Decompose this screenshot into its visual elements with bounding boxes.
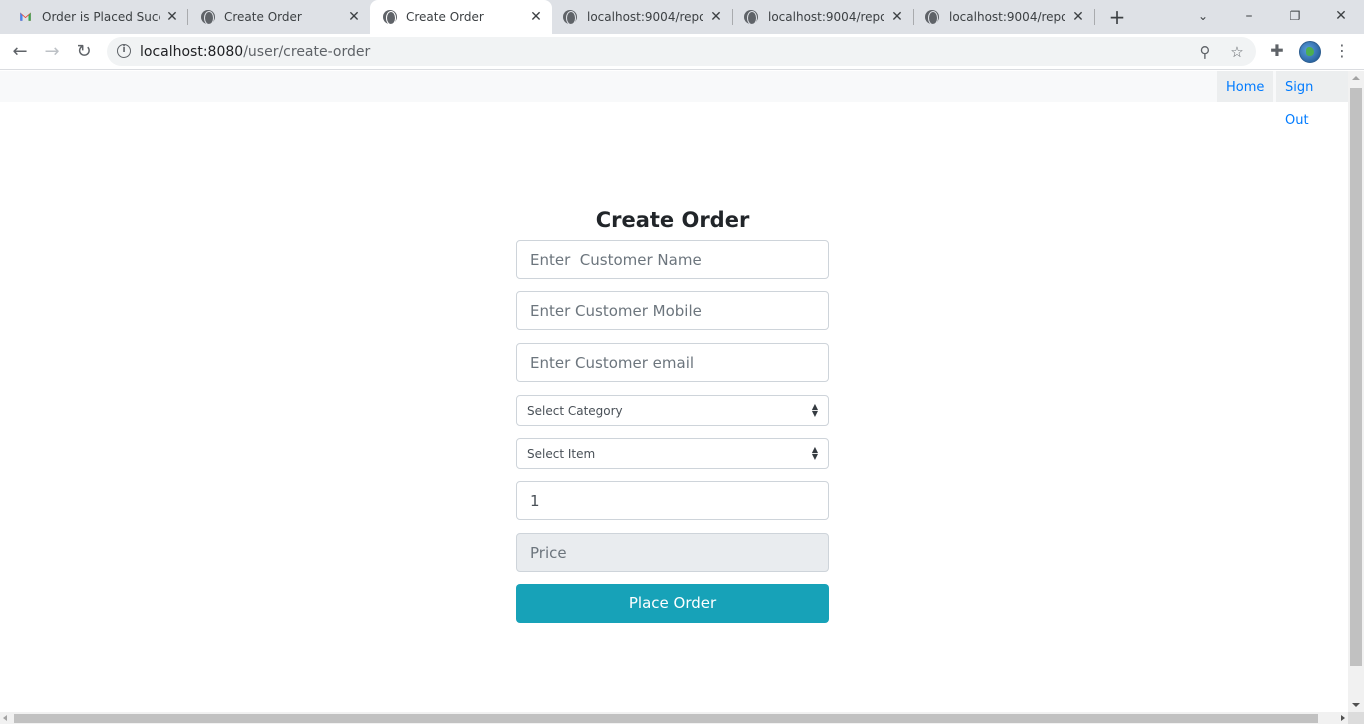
horizontal-scroll-thumb[interactable] bbox=[14, 714, 1318, 723]
close-icon[interactable]: ✕ bbox=[528, 9, 544, 25]
tab-title: Order is Placed Successfully bbox=[42, 10, 160, 24]
scroll-up-arrow-icon[interactable] bbox=[1352, 76, 1360, 80]
customer-name-input[interactable]: Enter Customer Name bbox=[516, 240, 829, 279]
minimize-icon[interactable]: – bbox=[1237, 5, 1261, 27]
vertical-scroll-thumb[interactable] bbox=[1350, 88, 1362, 666]
zoom-icon[interactable]: ⚲ bbox=[1196, 43, 1214, 61]
tab-report-3[interactable]: localhost:9004/report/ ✕ bbox=[914, 0, 1095, 34]
address-bar[interactable]: i localhost:8080/user/create-order ⚲ ☆ bbox=[107, 37, 1256, 66]
place-order-button[interactable]: Place Order bbox=[516, 584, 829, 623]
scrollbar-corner bbox=[1348, 712, 1364, 724]
restore-icon[interactable]: ❐ bbox=[1283, 5, 1307, 27]
more-menu-icon[interactable]: ⋮ bbox=[1332, 41, 1352, 61]
url-path: /user/create-order bbox=[243, 44, 371, 60]
placeholder-text: Enter Customer Name bbox=[530, 251, 702, 269]
placeholder-text: Price bbox=[530, 544, 567, 562]
close-icon[interactable]: ✕ bbox=[889, 9, 905, 25]
category-select[interactable]: Select Category ▲ ▼ bbox=[516, 395, 829, 426]
new-tab-plus-icon[interactable]: + bbox=[1106, 6, 1128, 28]
close-icon[interactable]: ✕ bbox=[346, 9, 362, 25]
url-host: localhost:8080 bbox=[140, 44, 244, 60]
top-navbar: Home Sign Out bbox=[0, 71, 1348, 128]
placeholder-text: Enter Customer email bbox=[530, 354, 695, 372]
tab-title: Create Order bbox=[406, 10, 484, 24]
customer-email-input[interactable]: Enter Customer email bbox=[516, 343, 829, 382]
globe-icon bbox=[383, 10, 397, 25]
price-input: Price bbox=[516, 533, 829, 572]
tab-title: localhost:9004/report/ bbox=[768, 10, 884, 24]
select-arrows-icon: ▲ ▼ bbox=[811, 402, 819, 418]
tab-report-2[interactable]: localhost:9004/report/ ✕ bbox=[733, 0, 914, 34]
select-value: Select Category bbox=[527, 404, 623, 418]
tab-title: localhost:9004/report/ bbox=[949, 10, 1065, 24]
scroll-down-arrow-icon[interactable] bbox=[1352, 703, 1360, 707]
back-arrow-icon[interactable]: ← bbox=[9, 41, 31, 63]
tab-separator bbox=[1094, 9, 1095, 25]
page-title: Create Order bbox=[595, 208, 750, 232]
bookmark-star-icon[interactable]: ☆ bbox=[1228, 43, 1246, 61]
site-info-icon[interactable]: i bbox=[117, 44, 131, 58]
browser-toolbar: ← → ↻ i localhost:8080/user/create-order… bbox=[0, 34, 1364, 70]
select-value: Select Item bbox=[527, 447, 596, 461]
tab-report-1[interactable]: localhost:9004/report/ ✕ bbox=[552, 0, 733, 34]
page-viewport: Home Sign Out Create Order Enter Custome… bbox=[0, 71, 1348, 712]
tab-create-order-active[interactable]: Create Order ✕ bbox=[370, 0, 552, 34]
quantity-value: 1 bbox=[530, 492, 540, 510]
close-window-icon[interactable]: ✕ bbox=[1329, 5, 1353, 27]
gmail-icon bbox=[20, 12, 31, 21]
tab-create-order[interactable]: Create Order ✕ bbox=[188, 0, 370, 34]
quantity-input[interactable]: 1 bbox=[516, 481, 829, 520]
tab-gmail[interactable]: Order is Placed Successfully ✕ bbox=[0, 0, 188, 34]
extensions-puzzle-icon[interactable]: ✚ bbox=[1267, 41, 1287, 61]
globe-icon bbox=[201, 10, 215, 25]
sign-out-link[interactable]: Sign Out bbox=[1276, 71, 1348, 128]
close-icon[interactable]: ✕ bbox=[1070, 9, 1086, 25]
item-select[interactable]: Select Item ▲ ▼ bbox=[516, 438, 829, 469]
close-icon[interactable]: ✕ bbox=[164, 9, 180, 25]
tab-strip: Order is Placed Successfully ✕ Create Or… bbox=[0, 0, 1364, 34]
tab-search-chevron-icon[interactable]: ⌄ bbox=[1191, 5, 1215, 27]
home-link[interactable]: Home bbox=[1217, 71, 1274, 102]
horizontal-scrollbar[interactable] bbox=[0, 712, 1348, 724]
forward-arrow-icon[interactable]: → bbox=[41, 41, 63, 63]
placeholder-text: Enter Customer Mobile bbox=[530, 302, 702, 320]
scroll-right-arrow-icon[interactable] bbox=[1341, 715, 1345, 721]
close-icon[interactable]: ✕ bbox=[708, 9, 724, 25]
tab-title: Create Order bbox=[224, 10, 302, 24]
profile-avatar[interactable] bbox=[1299, 41, 1321, 63]
globe-icon bbox=[563, 10, 577, 25]
scroll-left-arrow-icon[interactable] bbox=[3, 715, 7, 721]
reload-icon[interactable]: ↻ bbox=[73, 41, 95, 63]
tab-title: localhost:9004/report/ bbox=[587, 10, 703, 24]
globe-icon bbox=[744, 10, 758, 25]
globe-icon bbox=[925, 10, 939, 25]
select-arrows-icon: ▲ ▼ bbox=[811, 445, 819, 461]
vertical-scrollbar[interactable] bbox=[1348, 71, 1364, 712]
customer-mobile-input[interactable]: Enter Customer Mobile bbox=[516, 291, 829, 330]
url-text: localhost:8080/user/create-order bbox=[140, 44, 370, 60]
